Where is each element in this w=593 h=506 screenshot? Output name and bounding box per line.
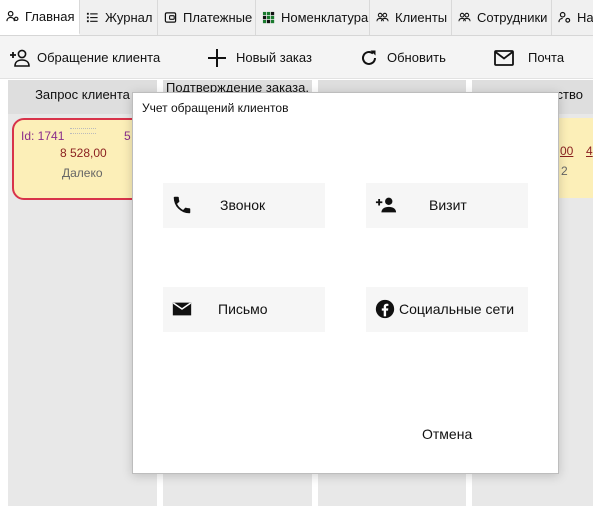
grid-icon: [262, 11, 275, 24]
client-contact-dialog: Учет обращений клиентов Звонок Визит Пис…: [132, 92, 559, 474]
new-order-button[interactable]: Новый заказ: [207, 36, 312, 79]
card-status: Далеко: [62, 166, 103, 180]
tab-staff-label: Сотрудники: [477, 10, 548, 25]
phone-icon: [173, 196, 191, 214]
refresh-button[interactable]: Обновить: [360, 36, 446, 79]
visit-option-button[interactable]: Визит: [366, 183, 528, 228]
tab-nomenclature[interactable]: Номенклатура: [256, 0, 370, 35]
tab-payments[interactable]: Платежные: [158, 0, 256, 35]
tab-journal[interactable]: Журнал: [80, 0, 158, 35]
client-request-button[interactable]: Обращение клиента: [9, 36, 160, 79]
card-amount-partial: 4: [586, 144, 593, 158]
tab-settings-label: На: [577, 10, 593, 25]
visit-option-label: Визит: [429, 197, 467, 213]
letter-option-label: Письмо: [218, 301, 268, 317]
home-people-icon: [6, 10, 19, 22]
card-partial-number: 5: [124, 129, 131, 143]
tab-settings[interactable]: На: [552, 0, 593, 35]
toolbar: Обращение клиента Новый заказ Обновить П…: [0, 36, 593, 79]
plus-icon: [208, 48, 226, 67]
settings-people-icon: [558, 11, 571, 23]
card-status-partial: 2: [561, 164, 568, 178]
card-amount-partial-2: 00: [560, 144, 574, 158]
card-amount-partial-1: 4: [586, 144, 593, 158]
tab-bar: Главная Журнал Платежные Номенклатура Кл…: [0, 0, 593, 36]
call-option-button[interactable]: Звонок: [163, 183, 325, 228]
tab-clients-label: Клиенты: [395, 10, 448, 25]
wallet-icon: [164, 12, 177, 23]
add-person-icon: [10, 49, 30, 67]
order-card[interactable]: Id: 1741 5 8 528,00 Далеко: [12, 118, 152, 200]
facebook-icon: [375, 299, 395, 319]
mail-button[interactable]: Почта: [494, 36, 564, 79]
tab-home-label: Главная: [25, 9, 75, 24]
refresh-icon: [362, 50, 376, 65]
card-amount: 8 528,00: [60, 146, 107, 160]
social-option-button[interactable]: Социальные сети: [366, 287, 528, 332]
staff-icon: [458, 12, 471, 22]
mail-icon: [494, 49, 514, 66]
cancel-button[interactable]: Отмена: [422, 426, 472, 442]
letter-option-button[interactable]: Письмо: [163, 287, 325, 332]
tab-home[interactable]: Главная: [0, 0, 80, 35]
new-order-label: Новый заказ: [236, 50, 312, 65]
mail-label: Почта: [528, 50, 565, 65]
tab-nomenclature-label: Номенклатура: [281, 10, 369, 25]
tab-clients[interactable]: Клиенты: [370, 0, 452, 35]
list-icon: [86, 12, 98, 23]
card-id: Id: 1741: [21, 129, 65, 143]
dialog-title: Учет обращений клиентов: [142, 101, 289, 115]
tab-payments-label: Платежные: [183, 10, 253, 25]
call-option-label: Звонок: [220, 197, 266, 213]
client-request-label: Обращение клиента: [37, 50, 161, 65]
people-icon: [376, 12, 389, 22]
tab-journal-label: Журнал: [105, 10, 153, 25]
refresh-label: Обновить: [387, 50, 446, 65]
add-person-icon: [375, 197, 397, 213]
social-option-label: Социальные сети: [399, 301, 515, 317]
card-dots: [70, 128, 96, 134]
envelope-icon: [172, 302, 192, 316]
tab-staff[interactable]: Сотрудники: [452, 0, 552, 35]
